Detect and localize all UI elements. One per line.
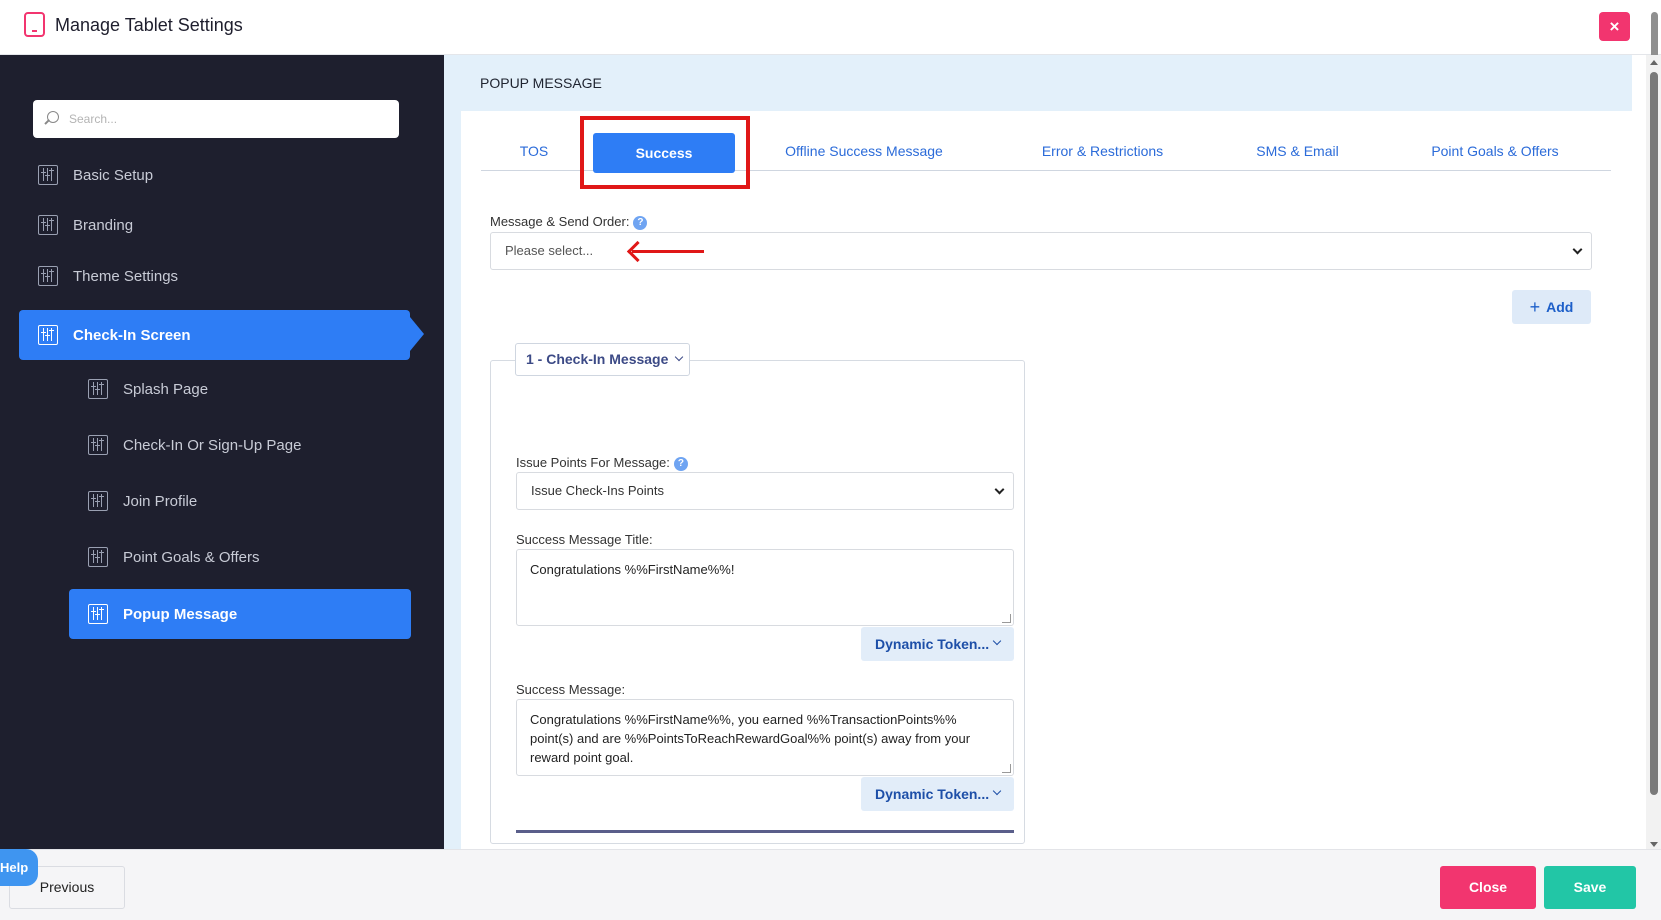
sidebar-item-label: Theme Settings xyxy=(73,267,179,285)
sidebar-item-basic-setup[interactable]: Basic Setup xyxy=(38,150,398,200)
issue-points-label-row: Issue Points For Message:? xyxy=(516,455,688,471)
help-icon[interactable]: ? xyxy=(633,216,648,230)
success-title-textarea[interactable]: Congratulations %%FirstName%%! xyxy=(516,549,1014,626)
chevron-down-icon xyxy=(994,484,1005,495)
help-button[interactable]: Help xyxy=(0,849,38,886)
search-icon xyxy=(47,111,59,123)
chevron-down-icon xyxy=(674,352,684,362)
sidebar-item-check-in-or-sign-up[interactable]: Check-In Or Sign-Up Page xyxy=(88,420,408,470)
resize-handle-icon[interactable] xyxy=(1002,764,1011,773)
highlight-annotation xyxy=(580,116,750,189)
arrow-annotation xyxy=(632,250,704,253)
select-value: Issue Check-Ins Points xyxy=(531,483,664,498)
sidebar-item-label: Point Goals & Offers xyxy=(123,548,260,566)
sidebar-item-check-in-screen[interactable]: Check-In Screen xyxy=(19,310,410,360)
search-input[interactable] xyxy=(69,100,389,138)
message-order-label-row: Message & Send Order:? xyxy=(490,214,648,230)
sliders-icon xyxy=(88,547,108,567)
sidebar-item-popup-message[interactable]: Popup Message xyxy=(69,589,411,639)
textarea-value: Congratulations %%FirstName%%, you earne… xyxy=(530,712,971,765)
sliders-icon xyxy=(88,379,108,399)
sliders-icon xyxy=(88,604,108,624)
chevron-down-icon xyxy=(1572,244,1583,255)
sidebar-item-join-profile[interactable]: Join Profile xyxy=(88,476,408,526)
sidebar-item-label: Basic Setup xyxy=(73,166,154,184)
chevron-down-icon xyxy=(992,786,1002,796)
textarea-value: Congratulations %%FirstName%%! xyxy=(530,562,735,577)
scroll-up-icon[interactable] xyxy=(1650,60,1658,65)
dynamic-token-button[interactable]: Dynamic Token... xyxy=(861,627,1014,661)
modal-title: Manage Tablet Settings xyxy=(55,15,243,35)
sidebar-item-splash-page[interactable]: Splash Page xyxy=(88,364,408,414)
scrollbar-thumb[interactable] xyxy=(1650,72,1658,795)
close-icon[interactable]: × xyxy=(1599,12,1630,41)
success-message-textarea[interactable]: Congratulations %%FirstName%%, you earne… xyxy=(516,699,1014,776)
token-label: Dynamic Token... xyxy=(875,636,990,652)
tab-offline-success[interactable]: Offline Success Message xyxy=(758,131,970,171)
save-button[interactable]: Save xyxy=(1544,866,1636,909)
tab-error-restrictions[interactable]: Error & Restrictions xyxy=(1000,131,1205,171)
sliders-icon xyxy=(38,266,58,286)
chevron-down-icon xyxy=(992,636,1002,646)
sidebar-item-label: Splash Page xyxy=(123,380,209,398)
sidebar-item-label: Check-In Screen xyxy=(73,326,191,344)
tab-tos[interactable]: TOS xyxy=(481,131,587,171)
panel-tab-check-in-message[interactable]: 1 - Check-In Message xyxy=(515,343,690,376)
page-title: POPUP MESSAGE xyxy=(480,75,602,91)
sidebar-item-label: Popup Message xyxy=(123,605,238,623)
close-button[interactable]: Close xyxy=(1440,866,1536,909)
sidebar-item-point-goals[interactable]: Point Goals & Offers xyxy=(88,532,408,582)
sidebar-search[interactable] xyxy=(33,100,399,138)
sidebar-item-theme-settings[interactable]: Theme Settings xyxy=(38,251,398,301)
sidebar-item-label: Branding xyxy=(73,216,134,234)
plus-icon: + xyxy=(1529,297,1541,317)
help-icon[interactable]: ? xyxy=(673,457,688,471)
sliders-icon xyxy=(38,215,58,235)
modal-header: Manage Tablet Settings × xyxy=(0,0,1661,55)
scroll-down-icon[interactable] xyxy=(1650,842,1658,847)
sidebar-item-branding[interactable]: Branding xyxy=(38,200,398,250)
tab-sms-email[interactable]: SMS & Email xyxy=(1215,131,1380,171)
panel-tab-label: 1 - Check-In Message xyxy=(526,351,669,367)
modal-footer xyxy=(0,849,1661,920)
sliders-icon xyxy=(38,325,58,345)
add-label: Add xyxy=(1546,299,1574,315)
select-value: Please select... xyxy=(505,243,594,258)
resize-handle-icon[interactable] xyxy=(1002,614,1011,623)
message-order-label: Message & Send Order: xyxy=(490,214,630,229)
sidebar-item-label: Join Profile xyxy=(123,492,198,510)
issue-points-label: Issue Points For Message: xyxy=(516,455,670,470)
success-message-label: Success Message: xyxy=(516,682,626,697)
tablet-icon xyxy=(24,12,45,37)
dynamic-token-button[interactable]: Dynamic Token... xyxy=(861,777,1014,811)
sliders-icon xyxy=(38,165,58,185)
sliders-icon xyxy=(88,491,108,511)
issue-points-select[interactable]: Issue Check-Ins Points xyxy=(516,472,1014,510)
success-title-label: Success Message Title: xyxy=(516,532,653,547)
active-item-pointer xyxy=(410,317,424,351)
add-button[interactable]: + Add xyxy=(1512,290,1591,324)
sidebar: Basic Setup Branding Theme Settings Chec… xyxy=(0,55,444,849)
tab-point-goals[interactable]: Point Goals & Offers xyxy=(1395,131,1595,171)
sliders-icon xyxy=(88,435,108,455)
sidebar-item-label: Check-In Or Sign-Up Page xyxy=(123,436,302,454)
panel-divider xyxy=(516,830,1014,833)
token-label: Dynamic Token... xyxy=(875,786,990,802)
